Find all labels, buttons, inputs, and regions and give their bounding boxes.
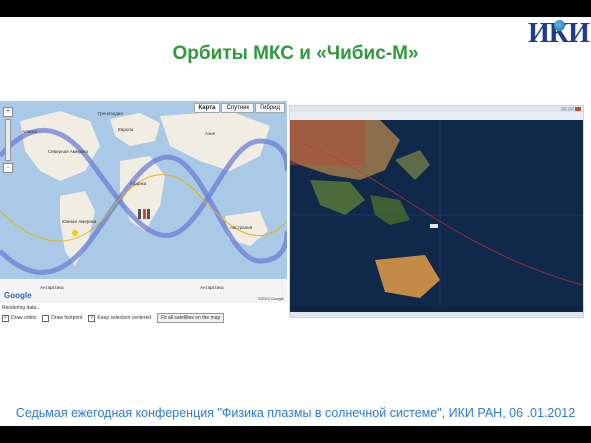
label-africa: Африка [130,181,147,186]
label-europe: Европа [118,127,134,132]
maximize-button[interactable] [568,107,574,111]
label-north-america: Северная Америка [48,149,88,154]
map-copyright: ©2012 Google [258,296,284,301]
zoom-in-button[interactable]: + [3,107,13,117]
zoom-slider[interactable] [5,119,11,161]
satellite-icon [430,224,438,228]
draw-orbits-label: Draw orbits [11,315,37,321]
keep-selection-label: Keep selection centered [97,315,152,321]
draw-footprint-checkbox[interactable] [42,314,50,322]
label-antarctica-2: Антарктика [200,285,224,290]
draw-footprint-option[interactable]: Draw footprint [42,314,83,322]
close-button[interactable] [575,107,581,111]
draw-footprint-label: Draw footprint [51,315,83,321]
label-asia: Азия [205,131,216,136]
tab-hybrid[interactable]: Гибрид [255,103,285,113]
tab-satellite[interactable]: Спутник [221,103,255,113]
zoom-out-button[interactable]: − [3,163,13,173]
minimize-button[interactable] [561,107,567,111]
window-buttons [561,107,581,111]
draw-orbits-checkbox[interactable]: ✓ [2,314,9,322]
window-statusbar [290,312,583,317]
keep-selection-checkbox[interactable]: ✓ [88,314,96,322]
left-map[interactable]: + − Карта Спутник Гибрид Аляска Северная… [0,101,287,303]
label-antarctica-1: Антарктика [40,285,64,290]
google-logo: Google [4,291,32,300]
satellite-view-window[interactable] [289,105,584,318]
map-type-tabs: Карта Спутник Гибрид [193,103,285,113]
label-greenland: Гренландия [98,111,123,116]
draw-orbits-option[interactable]: ✓ Draw orbits [2,314,37,322]
label-south-america: Южная Америка [62,219,97,224]
slide-title: Орбиты МКС и «Чибис-М» [172,43,419,64]
map-canvas [0,101,287,303]
highlight-region [290,120,365,165]
fit-all-button[interactable]: Fit all satellites on the map [157,313,225,323]
status-text: Rendering data... [2,305,41,311]
earth-view [290,120,583,306]
label-australia: Австралия [230,225,253,230]
keep-selection-option[interactable]: ✓ Keep selection centered [88,314,152,322]
satellite-marker-4 [72,230,78,236]
label-alaska: Аляска [22,129,37,134]
footer-text: Седьмая ежегодная конференция "Физика пл… [15,406,576,420]
controls-row: ✓ Draw orbits Draw footprint ✓ Keep sele… [2,313,225,323]
satellite-marker-1 [138,209,141,219]
antarctica-shape [0,279,287,303]
tab-map[interactable]: Карта [193,103,221,113]
map-controls: Rendering data... ✓ Draw orbits Draw foo… [0,304,287,326]
satellite-marker-2 [143,209,146,219]
zoom-control: + − [3,107,13,173]
satellite-marker-3 [147,209,150,219]
globe-icon [554,20,565,31]
slide: ИКИ Орбиты МКС и «Чибис-М» + − Карта Спу… [0,17,591,426]
